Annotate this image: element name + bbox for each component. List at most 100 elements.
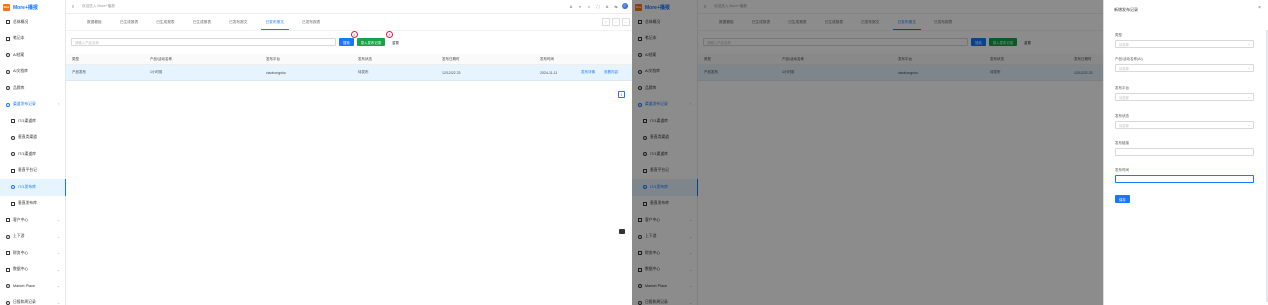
close-icon[interactable]: × bbox=[1258, 5, 1261, 11]
sidebar-item-label: IT/1发布库 bbox=[18, 184, 36, 189]
import-record-button[interactable]: 录入发布记录 bbox=[356, 38, 386, 46]
sidebar-item[interactable]: IT/1渠道库 bbox=[0, 146, 65, 163]
sidebar-item[interactable]: 客户中心 ⌄ bbox=[0, 212, 65, 229]
content-area: 请输入产品名称 搜索 录入发布记录 重置 ① ② ③ ④ 类型产品/活动名称发布… bbox=[66, 31, 632, 305]
table-cell: xiaohongshu bbox=[266, 70, 286, 75]
chevron-down-icon: ⌄ bbox=[57, 251, 60, 256]
sidebar-item-label: 日报和周记录 bbox=[13, 300, 36, 305]
column-header: 发布日期时 bbox=[442, 56, 460, 61]
tab-control-button[interactable]: | bbox=[602, 18, 610, 26]
chevron-down-icon: ⌄ bbox=[57, 234, 60, 239]
sidebar-item[interactable]: 垂直类渠道 bbox=[0, 130, 65, 147]
sidebar: Ros More+播报 总体概况 笔记本 AI档案 AI文档库 品牌库 渠道发布记录 ⌃ IT… bbox=[0, 0, 66, 305]
tab-bar: 数据看板 已生成报表 已生成报表 已生成报表 已发布报文 已发布报文 已发布报表 | ‹ › bbox=[66, 14, 632, 30]
tab-control-button[interactable]: ‹ bbox=[612, 18, 620, 26]
column-header: 类型 bbox=[72, 56, 79, 61]
sidebar-item[interactable]: 上下游 ⌄ bbox=[0, 229, 65, 246]
topbar-icon[interactable]: ⛶ bbox=[595, 4, 601, 9]
sidebar-item-icon bbox=[6, 53, 10, 58]
field-select[interactable]: 请选择 ⌄ bbox=[1115, 93, 1254, 101]
topbar: ≡ 欢迎进入 More+播报 A ⌕ ⌂ ⛶ A ⇆ bbox=[66, 0, 632, 14]
tab-item[interactable]: 已生成报表 bbox=[147, 20, 183, 30]
tab-item[interactable]: 已生成报表 bbox=[111, 20, 147, 30]
welcome-text: 欢迎进入 More+播报 bbox=[82, 4, 115, 8]
sidebar-item-icon bbox=[6, 234, 10, 239]
sidebar-item[interactable]: 渠道发布记录 ⌃ bbox=[0, 97, 65, 114]
table-header: 类型 产品/活动名称 发布平台 发布状态 发布日期时 发布时间 bbox=[66, 54, 632, 65]
sidebar-item[interactable]: Market Place ⌄ bbox=[0, 278, 65, 295]
chevron-down-icon: ⌄ bbox=[1247, 66, 1250, 70]
table-cell: 产品发布 bbox=[72, 70, 86, 74]
save-button[interactable]: 保存 bbox=[1115, 195, 1130, 203]
chevron-down-icon: ⌃ bbox=[57, 102, 60, 107]
tab-item[interactable]: 数据看板 bbox=[78, 20, 111, 30]
sidebar-item[interactable]: 笔记本 bbox=[0, 31, 65, 48]
table-cell: 1小时前 bbox=[150, 70, 163, 74]
topbar-icon[interactable]: ⌕ bbox=[577, 4, 583, 9]
sidebar-item[interactable]: IT/1渠道库 bbox=[0, 113, 65, 130]
drawer-title: 新增发布记录 bbox=[1114, 7, 1138, 12]
sidebar-item[interactable]: 品牌库 bbox=[0, 80, 65, 97]
drawer-pane: Ros More+播报 总体概况 笔记本 AI档案 AI文档库 品牌库 渠道发布记录 ⌃ IT… bbox=[632, 0, 1268, 305]
topbar-icon[interactable]: ⌂ bbox=[586, 4, 592, 9]
sidebar-item[interactable]: 垂直发布库 bbox=[0, 196, 65, 213]
sidebar-item[interactable]: 垂直平台记 bbox=[0, 163, 65, 180]
sidebar-item-label: AI档案 bbox=[13, 52, 25, 57]
float-tool-icon[interactable] bbox=[619, 229, 625, 234]
records-table: 类型 产品/活动名称 发布平台 发布状态 发布日期时 发布时间 产品发布 1小时前 xiaoh… bbox=[66, 54, 632, 81]
field-select[interactable]: 请选择 ⌄ bbox=[1115, 40, 1254, 48]
view-content-link[interactable]: 查看内容 bbox=[604, 70, 618, 75]
sidebar-item-icon bbox=[6, 102, 10, 107]
tab-item[interactable]: 已发布报表 bbox=[293, 20, 329, 30]
sidebar-item-icon bbox=[11, 201, 15, 206]
menu-icon[interactable]: ≡ bbox=[70, 4, 76, 9]
field-label: 产品/活动名称(AI) bbox=[1115, 57, 1143, 61]
topbar-icon[interactable]: A bbox=[568, 4, 574, 9]
field-input[interactable] bbox=[1115, 148, 1254, 156]
sidebar-item-icon bbox=[6, 267, 10, 272]
select-placeholder: 请选择 bbox=[1119, 95, 1129, 100]
field-input[interactable] bbox=[1115, 175, 1254, 183]
field-label: 发布状态 bbox=[1115, 114, 1129, 118]
logo[interactable]: Ros More+播报 bbox=[0, 0, 65, 14]
sidebar-item-label: 总体概况 bbox=[13, 19, 29, 24]
table-cell: 12/12/22 23 bbox=[442, 70, 461, 75]
select-placeholder: 请选择 bbox=[1119, 66, 1129, 71]
tab-item[interactable]: 已发布报文 bbox=[220, 20, 256, 30]
topbar-icon[interactable]: A bbox=[604, 4, 610, 9]
table-cell: 待发布 bbox=[358, 70, 369, 74]
field-select[interactable]: 请选择 ⌄ bbox=[1115, 64, 1254, 72]
sidebar-item[interactable]: 财务中心 ⌄ bbox=[0, 245, 65, 262]
product-name-input[interactable]: 请输入产品名称 bbox=[71, 38, 336, 46]
detail-link[interactable]: 发布详情 bbox=[581, 70, 595, 75]
sidebar-item[interactable]: 数据中心 ⌄ bbox=[0, 262, 65, 279]
table-cell: 2024-11-11 bbox=[540, 70, 558, 75]
sidebar-item[interactable]: 总体概况 bbox=[0, 14, 65, 31]
avatar[interactable] bbox=[622, 3, 628, 9]
sidebar-item[interactable]: AI文档库 bbox=[0, 64, 65, 81]
sidebar-item[interactable]: IT/1发布库 bbox=[0, 179, 66, 196]
search-button[interactable]: 搜索 bbox=[339, 38, 354, 46]
sidebar-item-icon bbox=[6, 218, 10, 223]
select-placeholder: 请选择 bbox=[1119, 42, 1129, 47]
sidebar-item-icon bbox=[6, 251, 10, 256]
table-row[interactable]: 产品发布 1小时前 xiaohongshu 待发布 12/12/22 23 2024-11… bbox=[66, 65, 632, 81]
sidebar-item-label: 笔记本 bbox=[13, 36, 25, 41]
sidebar-item-label: 上下游 bbox=[13, 234, 25, 239]
sidebar-item[interactable]: 日报和周记录 ⌄ bbox=[0, 295, 65, 305]
logo-icon: Ros bbox=[3, 3, 10, 11]
annotation-marker-1: ① bbox=[351, 31, 358, 38]
modal-overlay[interactable] bbox=[632, 0, 1103, 305]
filter-bar: 请输入产品名称 搜索 录入发布记录 重置 bbox=[71, 38, 403, 46]
field-select[interactable]: 请选择 ⌄ bbox=[1115, 121, 1254, 129]
sidebar-item[interactable]: AI档案 bbox=[0, 47, 65, 64]
tab-item[interactable]: 已发布报文 bbox=[257, 20, 293, 30]
tab-item[interactable]: 已生成报表 bbox=[184, 20, 220, 30]
main-pane: Ros More+播报 总体概况 笔记本 AI档案 AI文档库 品牌库 渠道发布记录 ⌃ IT… bbox=[0, 0, 632, 305]
reset-button[interactable]: 重置 bbox=[388, 38, 403, 46]
tab-control-button[interactable]: › bbox=[622, 18, 630, 26]
pagination-page[interactable]: 1 bbox=[618, 91, 625, 98]
column-header: 发布状态 bbox=[358, 56, 372, 61]
topbar-icon[interactable]: ⇆ bbox=[613, 4, 619, 9]
sidebar-item-icon bbox=[11, 152, 15, 157]
